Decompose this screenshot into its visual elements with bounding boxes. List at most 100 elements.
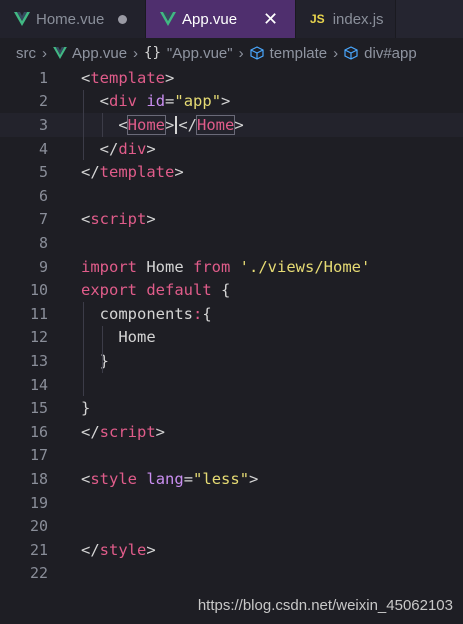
vue-icon bbox=[160, 12, 176, 26]
code-line[interactable]: 6 bbox=[0, 184, 463, 208]
line-number: 18 bbox=[29, 469, 48, 488]
breadcrumb-template[interactable]: template bbox=[270, 45, 328, 62]
code-token: < bbox=[81, 210, 91, 229]
tab-label: Home.vue bbox=[36, 10, 105, 28]
code-text: components:{ bbox=[81, 305, 212, 323]
code-token: style bbox=[99, 540, 147, 559]
line-number: 14 bbox=[29, 375, 48, 394]
code-line[interactable]: 21 </style> bbox=[0, 538, 463, 562]
cube-icon bbox=[344, 46, 358, 60]
indent-guide bbox=[83, 89, 84, 161]
code-line[interactable]: 4 </div> bbox=[0, 137, 463, 161]
code-token: { bbox=[202, 304, 212, 323]
line-number: 5 bbox=[38, 163, 48, 182]
code-token: Home bbox=[126, 114, 167, 135]
code-text: </div> bbox=[81, 140, 156, 158]
code-token: > bbox=[249, 469, 259, 488]
tab-app-vue[interactable]: App.vue ✕ bbox=[146, 0, 296, 38]
code-line[interactable]: 8 bbox=[0, 231, 463, 255]
line-number: 4 bbox=[38, 139, 48, 158]
breadcrumb: src › App.vue › {} "App.vue" › template … bbox=[0, 38, 463, 68]
code-line[interactable]: 10 export default { bbox=[0, 278, 463, 302]
code-line[interactable]: 12 Home bbox=[0, 326, 463, 350]
line-number: 8 bbox=[38, 233, 48, 252]
code-token: = bbox=[183, 469, 194, 488]
line-number: 16 bbox=[29, 422, 48, 441]
chevron-right-icon: › bbox=[333, 44, 339, 62]
code-line[interactable]: 2 <div id="app"> bbox=[0, 90, 463, 114]
line-number: 12 bbox=[29, 328, 48, 347]
code-token: import bbox=[81, 257, 137, 276]
code-token: > bbox=[146, 139, 156, 158]
code-token: : bbox=[192, 304, 203, 323]
code-token: = bbox=[165, 92, 175, 111]
code-token: < bbox=[81, 68, 91, 87]
watermark: https://blog.csdn.net/weixin_45062103 bbox=[197, 597, 453, 614]
code-token: Home bbox=[81, 328, 156, 347]
code-token: export bbox=[81, 281, 137, 300]
code-text: </script> bbox=[81, 423, 165, 441]
code-token: "less" bbox=[193, 469, 250, 488]
vue-icon bbox=[14, 12, 30, 26]
code-line[interactable]: 17 bbox=[0, 444, 463, 468]
code-token: id bbox=[146, 92, 166, 111]
code-line[interactable]: 22 bbox=[0, 562, 463, 586]
code-line[interactable]: 7 <script> bbox=[0, 208, 463, 232]
code-line[interactable]: 19 bbox=[0, 491, 463, 515]
line-number: 20 bbox=[29, 517, 48, 536]
code-line[interactable]: 13 } bbox=[0, 349, 463, 373]
breadcrumb-src[interactable]: src bbox=[16, 45, 36, 62]
code-line[interactable]: 18 <style lang="less"> bbox=[0, 467, 463, 491]
code-line[interactable]: 15} bbox=[0, 396, 463, 420]
js-icon: JS bbox=[310, 12, 325, 26]
code-line[interactable]: 9 import Home from './views/Home' bbox=[0, 255, 463, 279]
code-token: > bbox=[155, 422, 166, 441]
code-token: < bbox=[99, 92, 110, 111]
braces-icon: {} bbox=[144, 45, 161, 61]
code-token: default bbox=[146, 281, 212, 300]
chevron-right-icon: › bbox=[42, 44, 47, 62]
unsaved-dot-icon[interactable] bbox=[118, 14, 128, 24]
code-token: </ bbox=[178, 115, 198, 134]
code-token: components bbox=[81, 304, 193, 323]
code-token: > bbox=[174, 163, 184, 182]
code-text: <style lang="less"> bbox=[81, 470, 258, 488]
code-token: } bbox=[81, 351, 109, 370]
code-line[interactable]: 20 bbox=[0, 514, 463, 538]
code-line[interactable]: 3 <Home> </Home> bbox=[0, 113, 463, 137]
line-number: 9 bbox=[38, 257, 48, 276]
close-icon[interactable]: ✕ bbox=[263, 9, 278, 30]
code-token: </ bbox=[99, 139, 119, 158]
code-token: script bbox=[90, 210, 147, 229]
code-token: div bbox=[109, 92, 138, 111]
line-number: 7 bbox=[38, 210, 48, 229]
line-number: 10 bbox=[29, 281, 48, 300]
tab-index-js[interactable]: JS index.js bbox=[296, 0, 396, 38]
code-line[interactable]: 16 </script> bbox=[0, 420, 463, 444]
indent-guide bbox=[102, 113, 103, 137]
tab-label: App.vue bbox=[182, 10, 238, 28]
line-number: 6 bbox=[38, 186, 48, 205]
line-number: 3 bbox=[38, 115, 48, 134]
code-line[interactable]: 5 </template> bbox=[0, 160, 463, 184]
code-line[interactable]: 1 <template> bbox=[0, 66, 463, 90]
cube-icon bbox=[250, 46, 264, 60]
line-number: 19 bbox=[29, 493, 48, 512]
code-text: <script> bbox=[81, 210, 156, 228]
breadcrumb-component[interactable]: "App.vue" bbox=[167, 45, 233, 62]
code-text: export default { bbox=[81, 281, 230, 299]
code-line[interactable]: 11 components:{ bbox=[0, 302, 463, 326]
chevron-right-icon: › bbox=[133, 44, 139, 62]
breadcrumb-div[interactable]: div#app bbox=[364, 45, 417, 62]
code-token: template bbox=[99, 163, 175, 182]
code-token: template bbox=[90, 68, 165, 87]
tab-home-vue[interactable]: Home.vue bbox=[0, 0, 146, 38]
code-line[interactable]: 14 bbox=[0, 373, 463, 397]
code-token: > bbox=[165, 68, 175, 87]
code-editor[interactable]: 1 <template> 2 <div id="app"> 3 < Home > </ Hom… bbox=[0, 66, 463, 586]
breadcrumb-file[interactable]: App.vue bbox=[72, 45, 127, 62]
